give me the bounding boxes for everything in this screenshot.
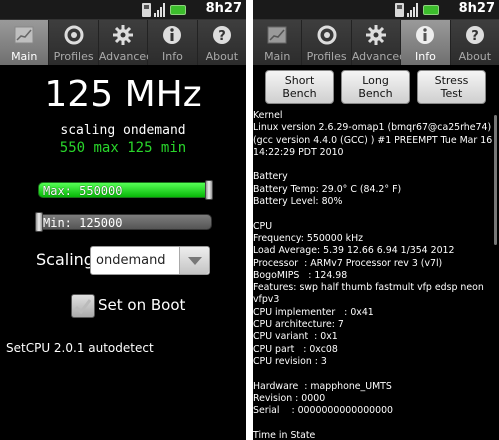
system-info-panel[interactable]: Kernel Linux version 2.6.29-omap1 (bmqr6…: [253, 110, 499, 440]
status-icons: [142, 2, 186, 18]
sd-card-icon: [395, 3, 404, 17]
short-bench-label: Short Bench: [282, 74, 317, 100]
tab-main[interactable]: Main: [0, 20, 50, 65]
max-slider-value: Max: 550000: [43, 184, 123, 198]
governor-line: scaling ondemand: [60, 123, 186, 138]
tab-bar: Main Profiles Advanced Info ? About: [253, 20, 499, 65]
info-icon: [163, 26, 182, 44]
set-on-boot-checkbox[interactable]: [71, 294, 95, 318]
tab-advanced[interactable]: Advanced: [351, 20, 406, 65]
version-footer: SetCPU 2.0.1 autodetect: [6, 341, 154, 355]
chevron-down-icon: [179, 247, 209, 274]
tab-bar: Main Profiles Advanced Info ? About: [0, 20, 246, 65]
tab-main[interactable]: Main: [253, 20, 303, 65]
main-screen: 8h27 Main Profiles Advanced Info ? About…: [0, 0, 246, 440]
dial-icon: [64, 25, 84, 45]
status-clock: 8h27: [458, 1, 495, 16]
chart-icon: [14, 26, 34, 44]
min-slider-value: Min: 125000: [43, 216, 123, 230]
svg-text:?: ?: [218, 29, 226, 44]
sd-card-icon: [142, 3, 151, 17]
max-min-line: 550 max 125 min: [59, 140, 187, 156]
info-icon: [416, 26, 435, 44]
question-icon: ?: [465, 26, 484, 44]
current-frequency: 125 MHz: [44, 74, 202, 115]
dial-icon: [317, 25, 337, 45]
system-info-text: Kernel Linux version 2.6.29-omap1 (bmqr6…: [253, 110, 493, 440]
tab-profiles[interactable]: Profiles: [302, 20, 352, 65]
battery-icon: [423, 5, 439, 15]
status-icons: [395, 2, 439, 18]
svg-text:?: ?: [471, 29, 479, 44]
gear-icon: [113, 25, 134, 45]
min-slider-handle[interactable]: [35, 212, 43, 232]
info-screen: 8h27 Main Profiles Advanced Info ? About…: [253, 0, 499, 440]
status-bar: 8h27: [0, 0, 246, 20]
battery-icon: [170, 5, 186, 15]
scaling-select-value: ondemand: [96, 253, 166, 268]
info-scrollbar[interactable]: [494, 115, 497, 245]
question-icon: ?: [212, 26, 231, 44]
status-clock: 8h27: [205, 1, 242, 16]
tab-about[interactable]: ? About: [197, 20, 246, 65]
tab-about[interactable]: ? About: [450, 20, 499, 65]
checkmark-icon: [74, 299, 92, 315]
long-bench-button[interactable]: Long Bench: [341, 70, 410, 104]
gear-icon: [366, 25, 387, 45]
max-frequency-slider[interactable]: Max: 550000: [38, 180, 213, 200]
scaling-select[interactable]: ondemand: [90, 246, 210, 275]
max-slider-handle[interactable]: [205, 180, 213, 200]
min-frequency-slider[interactable]: Min: 125000: [35, 212, 212, 232]
scaling-label: Scaling: [36, 250, 94, 269]
signal-icon: [407, 3, 420, 17]
chart-icon: [267, 26, 287, 44]
tab-info[interactable]: Info: [148, 20, 198, 65]
signal-icon: [154, 3, 167, 17]
set-on-boot-label: Set on Boot: [98, 296, 186, 314]
status-bar: 8h27: [253, 0, 499, 20]
tab-advanced[interactable]: Advanced: [98, 20, 153, 65]
stress-test-label: Stress Test: [434, 74, 469, 100]
tab-info[interactable]: Info: [401, 20, 451, 65]
stress-test-button[interactable]: Stress Test: [417, 70, 486, 104]
long-bench-label: Long Bench: [358, 74, 393, 100]
tab-profiles[interactable]: Profiles: [49, 20, 99, 65]
short-bench-button[interactable]: Short Bench: [265, 70, 334, 104]
